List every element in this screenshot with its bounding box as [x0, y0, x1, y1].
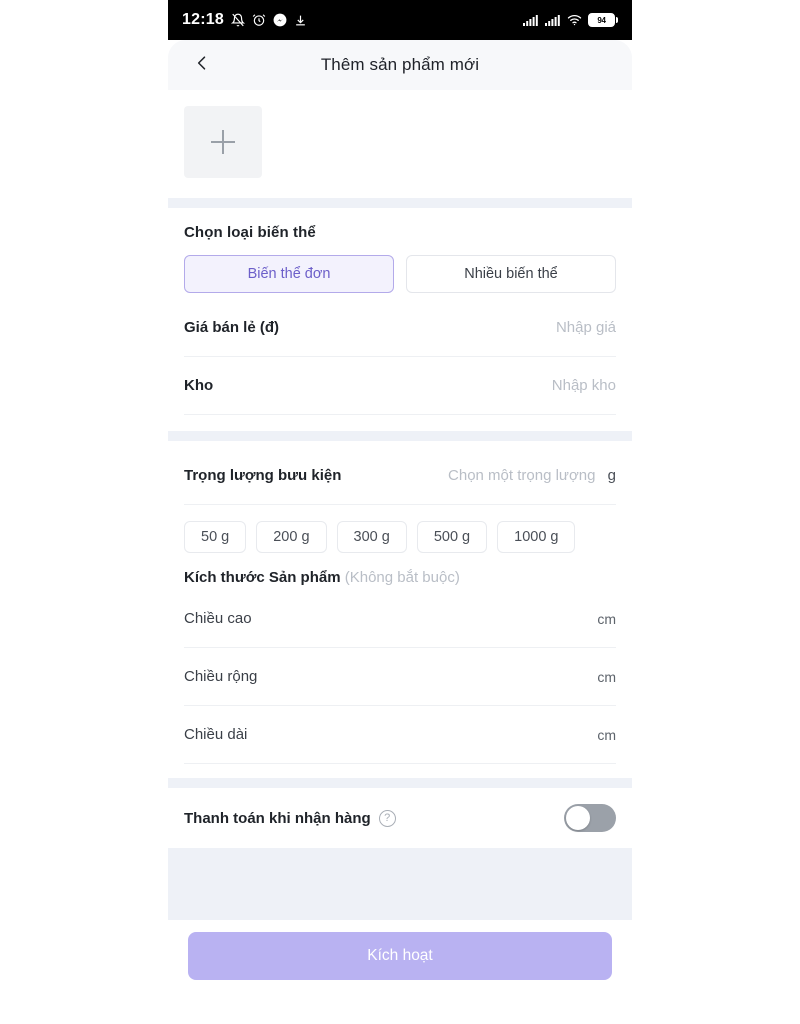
photo-upload-card: [168, 90, 632, 198]
stock-row[interactable]: Kho Nhập kho: [184, 357, 616, 415]
question-circle-icon[interactable]: ?: [378, 809, 396, 827]
signal-bars-1-icon: [523, 14, 539, 26]
card-divider-2: [168, 431, 632, 441]
weight-chip-200[interactable]: 200 g: [256, 521, 327, 553]
height-unit: cm: [597, 610, 616, 627]
parcel-weight-row[interactable]: Trọng lượng bưu kiện Chọn một trọng lượn…: [184, 447, 616, 505]
weight-chip-500[interactable]: 500 g: [416, 521, 488, 553]
signal-bars-2-icon: [545, 14, 561, 26]
phone-frame: 12:18 94 Thêm sản phẩm mới Chọn loại biế…: [168, 0, 632, 1024]
cod-toggle[interactable]: [564, 804, 616, 832]
cod-card: Thanh toán khi nhận hàng ?: [168, 788, 632, 848]
messenger-icon: [273, 13, 287, 27]
shipping-card: Trọng lượng bưu kiện Chọn một trọng lượn…: [168, 441, 632, 778]
status-bar-right: 94: [523, 13, 618, 27]
activate-button[interactable]: Kích hoạt: [188, 932, 612, 980]
wifi-icon: [567, 14, 582, 26]
parcel-weight-input-wrap[interactable]: Chọn một trọng lượng g: [448, 467, 616, 484]
page-title: Thêm sản phẩm mới: [320, 55, 480, 74]
retail-price-label: Giá bán lẻ (đ): [184, 319, 280, 336]
status-bar-clock: 12:18: [182, 11, 224, 28]
app-screen: Thêm sản phẩm mới Chọn loại biến thể Biế…: [168, 40, 632, 1024]
card-divider: [168, 198, 632, 208]
stock-label: Kho: [184, 377, 214, 394]
retail-price-input[interactable]: Nhập giá: [556, 319, 616, 336]
width-unit: cm: [597, 668, 616, 685]
add-photo-button[interactable]: [184, 106, 262, 178]
parcel-weight-placeholder: Chọn một trọng lượng: [448, 467, 596, 484]
variant-option-multiple[interactable]: Nhiều biến thể: [406, 255, 616, 293]
variant-section-label: Chọn loại biến thể: [184, 224, 316, 241]
card-divider-4: [168, 848, 632, 860]
variant-options: Biến thể đơn Nhiều biến thể: [184, 255, 616, 293]
height-label: Chiều cao: [184, 610, 252, 627]
width-label: Chiều rộng: [184, 668, 258, 685]
status-bar-left: 12:18: [182, 11, 307, 29]
variant-card: Chọn loại biến thể Biến thể đơn Nhiều bi…: [168, 208, 632, 431]
card-divider-3: [168, 778, 632, 788]
height-row[interactable]: Chiều cao cm: [184, 590, 616, 648]
weight-chip-50[interactable]: 50 g: [184, 521, 247, 553]
alarm-icon: [252, 13, 266, 27]
width-row[interactable]: Chiều rộng cm: [184, 648, 616, 706]
dimensions-title: Kích thước Sản phẩm (Không bắt buộc): [184, 559, 616, 590]
parcel-weight-label: Trọng lượng bưu kiện: [184, 467, 342, 484]
download-icon: [294, 14, 307, 27]
app-header: Thêm sản phẩm mới: [168, 40, 632, 90]
retail-price-row[interactable]: Giá bán lẻ (đ) Nhập giá: [184, 299, 616, 357]
length-row[interactable]: Chiều dài cm: [184, 706, 616, 764]
variant-option-single[interactable]: Biến thể đơn: [184, 255, 394, 293]
plus-icon: [211, 130, 235, 154]
status-bar: 12:18 94: [168, 0, 632, 40]
cod-row[interactable]: Thanh toán khi nhận hàng ?: [184, 788, 616, 848]
weight-chip-1000[interactable]: 1000 g: [497, 521, 576, 553]
mute-bell-icon: [230, 13, 245, 27]
cod-label: Thanh toán khi nhận hàng: [184, 809, 371, 827]
form-scroll-area[interactable]: Chọn loại biến thể Biến thể đơn Nhiều bi…: [168, 90, 632, 984]
weight-chip-300[interactable]: 300 g: [336, 521, 407, 553]
battery-icon: 94: [588, 13, 618, 27]
length-label: Chiều dài: [184, 726, 248, 743]
weight-chip-list: 50 g 200 g 300 g 500 g 1000 g: [184, 505, 616, 559]
length-unit: cm: [597, 726, 616, 743]
dimensions-title-text: Kích thước Sản phẩm: [184, 569, 341, 586]
back-button[interactable]: [188, 51, 216, 79]
chevron-left-icon: [192, 53, 212, 78]
parcel-weight-unit: g: [607, 467, 616, 484]
footer-bar: Kích hoạt: [168, 920, 632, 1024]
stock-input[interactable]: Nhập kho: [552, 377, 616, 394]
cod-toggle-knob: [566, 806, 590, 830]
battery-level-label: 94: [589, 14, 614, 26]
dimensions-optional-text: (Không bắt buộc): [344, 569, 460, 586]
